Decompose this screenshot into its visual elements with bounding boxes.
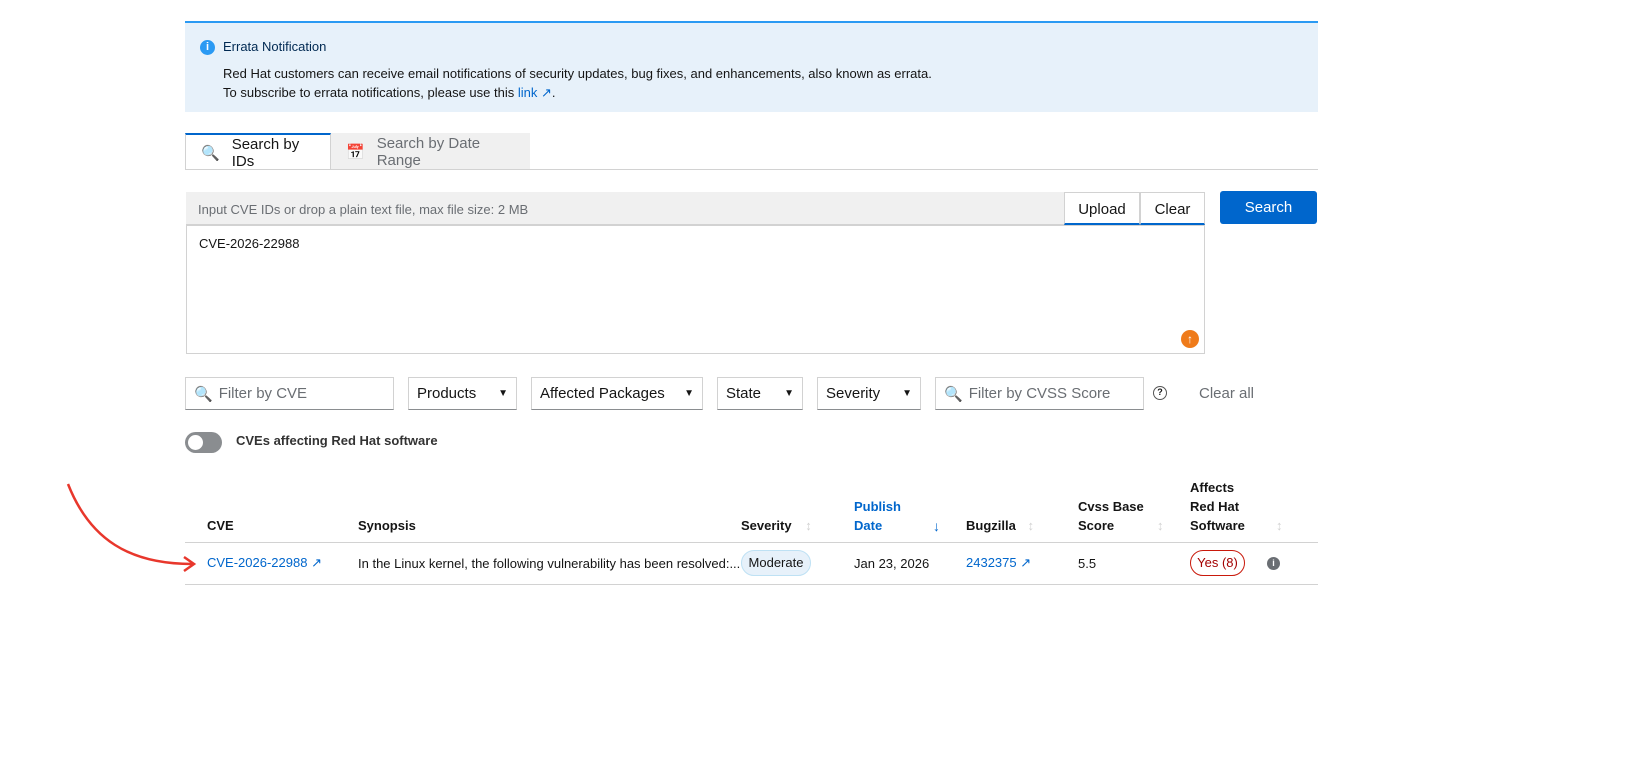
header-cve: CVE xyxy=(207,518,234,533)
header-affects-line1: Affects xyxy=(1190,480,1235,495)
header-affects[interactable]: Affects Red Hat Software xyxy=(1190,478,1245,535)
alert-title: Errata Notification xyxy=(223,39,327,54)
row-divider xyxy=(185,584,1318,585)
header-severity-label: Severity xyxy=(741,518,792,533)
search-icon: 🔍 xyxy=(944,385,963,403)
header-bugzilla-label: Bugzilla xyxy=(966,518,1016,533)
header-severity[interactable]: Severity ↕ xyxy=(741,516,812,535)
header-affects-line3: Software xyxy=(1190,518,1245,533)
tab-search-by-ids[interactable]: 🔍 Search by IDs xyxy=(185,133,331,170)
header-cvss-line1: Cvss Base xyxy=(1078,499,1144,514)
synopsis-cell: In the Linux kernel, the following vulne… xyxy=(358,556,741,571)
scroll-up-icon[interactable]: ↑ xyxy=(1181,330,1199,348)
caret-down-icon: ▼ xyxy=(498,388,508,399)
filter-cve-input[interactable]: 🔍 Filter by CVE xyxy=(185,377,394,410)
tab-label: Search by Date Range xyxy=(376,134,481,169)
header-synopsis: Synopsis xyxy=(358,518,416,533)
state-label: State xyxy=(726,385,762,402)
header-divider xyxy=(185,542,1318,543)
search-icon: 🔍 xyxy=(201,144,220,162)
clear-button[interactable]: Clear xyxy=(1140,192,1205,225)
cve-ids-textarea[interactable]: CVE-2026-22988 xyxy=(186,225,1205,354)
filter-cvss-placeholder: Filter by CVSS Score xyxy=(968,385,1111,402)
subscribe-link[interactable]: link xyxy=(518,85,538,100)
sort-icon[interactable]: ↕ xyxy=(1157,518,1164,533)
affects-badge[interactable]: Yes (8) xyxy=(1190,550,1245,576)
header-affects-line2: Red Hat xyxy=(1190,499,1240,514)
annotation-arrow xyxy=(66,483,197,573)
red-hat-software-toggle[interactable] xyxy=(185,432,222,453)
info-icon[interactable]: i xyxy=(1267,557,1280,570)
header-publish-line1: Publish xyxy=(854,499,901,514)
file-drop-bar[interactable]: Input CVE IDs or drop a plain text file,… xyxy=(186,192,1064,225)
severity-badge: Moderate xyxy=(741,550,811,576)
alert-line1: Red Hat customers can receive email noti… xyxy=(223,66,932,81)
cve-link[interactable]: CVE-2026-22988 xyxy=(207,555,307,570)
tab-search-by-date-range[interactable]: 📅 Search by Date Range xyxy=(331,133,530,170)
external-link-icon: ↗ xyxy=(1020,555,1032,570)
external-link-icon: ↗ xyxy=(311,555,322,570)
tab-label: Search by IDs xyxy=(231,135,300,170)
search-icon: 🔍 xyxy=(194,385,213,403)
alert-body: Red Hat customers can receive email noti… xyxy=(223,64,932,102)
packages-label: Affected Packages xyxy=(540,385,665,402)
sort-icon: ↕ xyxy=(1027,518,1034,533)
tab-divider xyxy=(185,169,1318,170)
sort-desc-icon[interactable]: ↓ xyxy=(933,518,940,534)
alert-line2-text: To subscribe to errata notifications, pl… xyxy=(223,85,518,100)
caret-down-icon: ▼ xyxy=(684,388,694,399)
publish-date-cell: Jan 23, 2026 xyxy=(854,556,930,571)
caret-down-icon: ▼ xyxy=(902,388,912,399)
severity-label: Severity xyxy=(826,385,881,402)
header-cvss-line2: Score xyxy=(1078,518,1115,533)
external-link-icon: ↗ xyxy=(540,85,552,100)
caret-down-icon: ▼ xyxy=(784,388,794,399)
header-publish-date[interactable]: Publish Date xyxy=(854,497,901,535)
header-bugzilla[interactable]: Bugzilla ↕ xyxy=(966,516,1034,535)
help-icon[interactable]: ? xyxy=(1153,386,1167,400)
errata-notification: i Errata Notification Red Hat customers … xyxy=(185,21,1318,112)
toggle-label: CVEs affecting Red Hat software xyxy=(236,433,438,448)
header-publish-line2: Date xyxy=(854,518,883,533)
cvss-cell: 5.5 xyxy=(1078,556,1097,571)
search-button[interactable]: Search xyxy=(1220,191,1317,224)
bugzilla-link[interactable]: 2432375 xyxy=(966,555,1017,570)
filter-cvss-input[interactable]: 🔍 Filter by CVSS Score xyxy=(935,377,1144,410)
state-select[interactable]: State ▼ xyxy=(717,377,803,410)
info-icon: i xyxy=(200,40,215,55)
filter-cve-placeholder: Filter by CVE xyxy=(218,385,308,402)
header-cvss[interactable]: Cvss Base Score xyxy=(1078,497,1144,535)
products-select[interactable]: Products ▼ xyxy=(408,377,517,410)
clear-all-button[interactable]: Clear all xyxy=(1199,385,1254,402)
alert-line2: To subscribe to errata notifications, pl… xyxy=(223,83,932,102)
upload-button[interactable]: Upload xyxy=(1064,192,1140,225)
calendar-icon: 📅 xyxy=(346,143,365,161)
alert-line2-suffix: . xyxy=(551,85,556,100)
affected-packages-select[interactable]: Affected Packages ▼ xyxy=(531,377,703,410)
sort-icon: ↕ xyxy=(805,518,812,533)
severity-select[interactable]: Severity ▼ xyxy=(817,377,921,410)
sort-icon[interactable]: ↕ xyxy=(1276,518,1283,533)
products-label: Products xyxy=(417,385,477,402)
